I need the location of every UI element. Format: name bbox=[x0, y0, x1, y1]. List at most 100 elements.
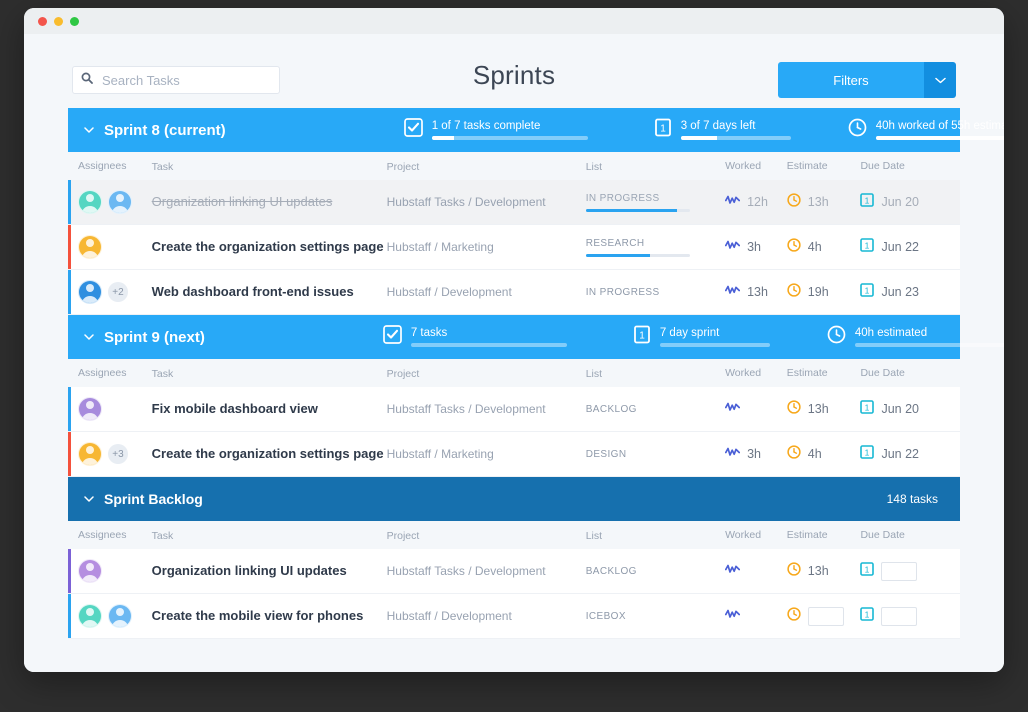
due-date-cell[interactable]: 1 Jun 20 bbox=[860, 399, 960, 419]
project-cell[interactable]: Hubstaff / Marketing bbox=[387, 238, 586, 256]
avatar[interactable] bbox=[78, 397, 102, 421]
list-cell[interactable]: BACKLOG bbox=[586, 566, 725, 577]
table-row[interactable]: Create the organization settings page Hub… bbox=[68, 225, 960, 270]
list-cell[interactable]: IN PROGRESS bbox=[585, 193, 725, 212]
task-name[interactable]: Create the organization settings page bbox=[152, 446, 384, 461]
chevron-down-icon[interactable] bbox=[924, 62, 956, 98]
assignees-cell[interactable] bbox=[78, 397, 152, 421]
worked-cell[interactable]: 13h bbox=[725, 283, 787, 301]
column-header-worked[interactable]: Worked bbox=[725, 529, 761, 541]
table-row[interactable]: Organization linking UI updates Hubstaff … bbox=[68, 180, 960, 225]
chevron-down-icon[interactable] bbox=[82, 334, 96, 340]
filters-button[interactable]: Filters bbox=[778, 62, 956, 98]
column-header-worked[interactable]: Worked bbox=[725, 367, 761, 379]
list-cell[interactable]: BACKLOG bbox=[586, 404, 725, 415]
column-header-project[interactable]: Project bbox=[387, 368, 420, 380]
worked-cell[interactable]: 3h bbox=[725, 238, 787, 256]
avatar[interactable] bbox=[78, 442, 102, 466]
assignee-overflow-badge[interactable]: +2 bbox=[108, 282, 128, 302]
assignees-cell[interactable] bbox=[78, 190, 152, 214]
estimate-cell[interactable] bbox=[787, 606, 861, 626]
due-date-input[interactable] bbox=[881, 561, 918, 581]
column-header-project[interactable]: Project bbox=[387, 530, 420, 542]
task-name[interactable]: Fix mobile dashboard view bbox=[152, 401, 318, 416]
task-cell[interactable]: Create the mobile view for phones bbox=[152, 607, 387, 625]
list-cell[interactable]: DESIGN bbox=[586, 449, 725, 460]
assignees-cell[interactable] bbox=[78, 559, 152, 583]
column-header-task[interactable]: Task bbox=[152, 368, 174, 380]
task-name[interactable]: Create the organization settings page bbox=[152, 239, 384, 254]
sprint-header-sprint-8[interactable]: Sprint 8 (current) 1 of 7 tasks complete 1… bbox=[68, 108, 1004, 152]
task-cell[interactable]: Fix mobile dashboard view bbox=[152, 400, 387, 418]
worked-cell[interactable]: 3h bbox=[725, 445, 787, 463]
task-cell[interactable]: Organization linking UI updates bbox=[152, 193, 387, 211]
estimate-cell[interactable]: 19h bbox=[787, 282, 861, 302]
estimate-cell[interactable]: 13h bbox=[787, 399, 861, 419]
column-header-assignees[interactable]: Assignees bbox=[78, 160, 126, 172]
project-cell[interactable]: Hubstaff Tasks / Development bbox=[387, 193, 586, 211]
due-date-cell[interactable]: 1 Jun 22 bbox=[860, 444, 960, 464]
worked-cell[interactable] bbox=[725, 607, 787, 625]
project-cell[interactable]: Hubstaff Tasks / Development bbox=[387, 562, 586, 580]
column-header-task[interactable]: Task bbox=[152, 161, 174, 173]
due-date-cell[interactable]: 1 Jun 23 bbox=[860, 282, 960, 302]
sprint-header-sprint-9[interactable]: Sprint 9 (next) 7 tasks 1 7 day sprint 40h e… bbox=[68, 315, 1004, 359]
assignees-cell[interactable]: +2 bbox=[78, 280, 152, 304]
avatar[interactable] bbox=[78, 604, 102, 628]
estimate-cell[interactable]: 4h bbox=[787, 444, 861, 464]
due-date-cell[interactable]: 1 bbox=[860, 561, 960, 581]
assignees-cell[interactable] bbox=[78, 235, 152, 259]
column-header-estimate[interactable]: Estimate bbox=[787, 367, 828, 379]
column-header-due-date[interactable]: Due Date bbox=[860, 529, 904, 541]
task-name[interactable]: Organization linking UI updates bbox=[152, 563, 347, 578]
due-date-cell[interactable]: 1 Jun 20 bbox=[860, 192, 960, 212]
avatar[interactable] bbox=[78, 559, 102, 583]
worked-cell[interactable] bbox=[725, 400, 787, 418]
column-header-worked[interactable]: Worked bbox=[725, 160, 761, 172]
column-header-list[interactable]: List bbox=[586, 530, 602, 542]
filters-button-label[interactable]: Filters bbox=[778, 62, 924, 98]
table-row[interactable]: Fix mobile dashboard view Hubstaff Tasks … bbox=[68, 387, 960, 432]
due-date-cell[interactable]: 1 bbox=[860, 606, 960, 626]
column-header-list[interactable]: List bbox=[586, 161, 602, 173]
column-header-task[interactable]: Task bbox=[152, 530, 174, 542]
task-cell[interactable]: Organization linking UI updates bbox=[152, 562, 387, 580]
estimate-cell[interactable]: 13h bbox=[787, 192, 861, 212]
project-cell[interactable]: Hubstaff Tasks / Development bbox=[387, 400, 586, 418]
project-cell[interactable]: Hubstaff / Development bbox=[387, 283, 586, 301]
maximize-window-button[interactable] bbox=[70, 16, 79, 26]
table-row[interactable]: Create the mobile view for phones Hubstaf… bbox=[68, 594, 960, 639]
project-cell[interactable]: Hubstaff / Marketing bbox=[387, 445, 586, 463]
table-row[interactable]: +2 Web dashboard front-end issues Hubstaff… bbox=[68, 270, 960, 315]
task-name[interactable]: Web dashboard front-end issues bbox=[152, 284, 354, 299]
column-header-estimate[interactable]: Estimate bbox=[787, 160, 828, 172]
estimate-input[interactable] bbox=[807, 606, 844, 626]
assignees-cell[interactable] bbox=[78, 604, 152, 628]
worked-cell[interactable]: 12h bbox=[725, 193, 787, 211]
column-header-estimate[interactable]: Estimate bbox=[787, 529, 828, 541]
estimate-cell[interactable]: 4h bbox=[787, 237, 861, 257]
list-cell[interactable]: RESEARCH bbox=[585, 238, 725, 257]
assignees-cell[interactable]: +3 bbox=[78, 442, 152, 466]
avatar[interactable] bbox=[78, 190, 102, 214]
task-cell[interactable]: Create the organization settings page bbox=[152, 238, 387, 256]
table-row[interactable]: Organization linking UI updates Hubstaff … bbox=[68, 549, 960, 594]
chevron-down-icon[interactable] bbox=[82, 127, 96, 133]
assignee-overflow-badge[interactable]: +3 bbox=[108, 444, 128, 464]
task-cell[interactable]: Web dashboard front-end issues bbox=[152, 283, 387, 301]
project-cell[interactable]: Hubstaff / Development bbox=[387, 607, 586, 625]
avatar[interactable] bbox=[108, 604, 132, 628]
avatar[interactable] bbox=[108, 190, 132, 214]
list-cell[interactable]: ICEBOX bbox=[586, 611, 725, 622]
estimate-cell[interactable]: 13h bbox=[787, 561, 861, 581]
column-header-assignees[interactable]: Assignees bbox=[78, 529, 126, 541]
list-cell[interactable]: IN PROGRESS bbox=[586, 287, 725, 298]
column-header-due-date[interactable]: Due Date bbox=[860, 160, 904, 172]
table-row[interactable]: +3 Create the organization settings page H… bbox=[68, 432, 960, 477]
chevron-down-icon[interactable] bbox=[82, 496, 96, 502]
column-header-list[interactable]: List bbox=[586, 368, 602, 380]
task-name[interactable]: Create the mobile view for phones bbox=[152, 608, 364, 623]
column-header-due-date[interactable]: Due Date bbox=[860, 367, 904, 379]
task-name[interactable]: Organization linking UI updates bbox=[152, 194, 333, 209]
column-header-assignees[interactable]: Assignees bbox=[78, 367, 126, 379]
